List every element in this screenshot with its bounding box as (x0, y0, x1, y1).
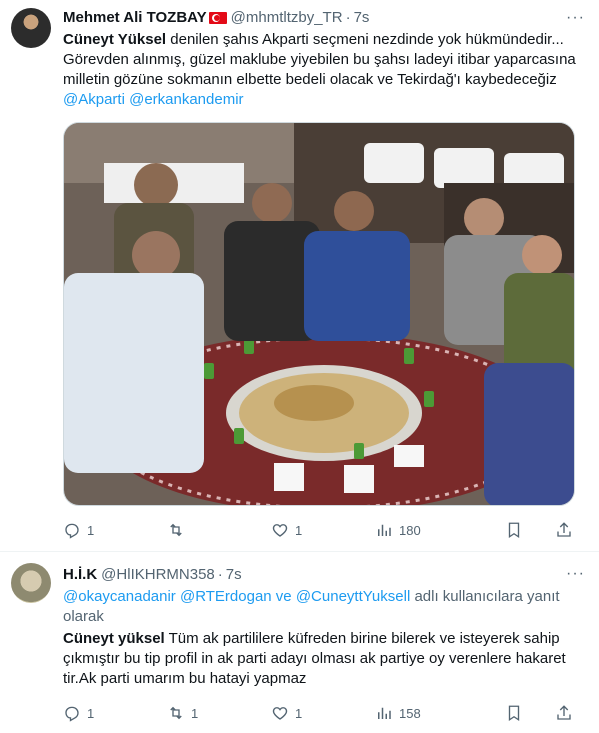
reply-icon (65, 706, 79, 722)
timestamp[interactable]: 7s (226, 566, 242, 583)
tweet-text: Cüneyt Yüksel denilen şahıs Akparti seçm… (63, 30, 581, 110)
mention-cuneyttyuksell[interactable]: @CuneyttYuksell (296, 588, 410, 605)
like-icon (272, 707, 288, 720)
retweet-icon (170, 523, 182, 537)
like-button[interactable]: 1 (271, 704, 375, 722)
share-icon (557, 522, 571, 537)
tweet-extra-actions (479, 704, 579, 722)
tweet-header: H.İ.K @HlIKHRMN358 · 7s (63, 566, 242, 583)
views-count: 158 (399, 705, 421, 721)
like-count: 1 (295, 705, 303, 721)
reply-connector: ve (271, 588, 296, 605)
views-button[interactable]: 180 (375, 521, 479, 539)
bookmark-button[interactable] (505, 521, 529, 539)
share-button[interactable] (555, 521, 579, 539)
like-count: 1 (295, 522, 303, 538)
retweet-icon (170, 706, 182, 720)
tweet-text-bold: Cüneyt Yüksel (63, 31, 167, 48)
tweet-text: Cüneyt yüksel Tüm ak partililere küfrede… (63, 629, 581, 689)
avatar[interactable] (11, 8, 51, 48)
author-name[interactable]: Mehmet Ali TOZBAY (63, 9, 207, 26)
reply-count: 1 (87, 522, 95, 538)
like-button[interactable]: 1 (271, 521, 375, 539)
reply-count: 1 (87, 705, 95, 721)
more-icon[interactable]: ··· (566, 9, 585, 27)
retweet-button[interactable]: 1 (167, 704, 271, 722)
reply-button[interactable]: 1 (63, 521, 167, 539)
separator-dot: · (345, 9, 351, 26)
bookmark-icon (508, 522, 520, 539)
tweet-2[interactable]: H.İ.K @HlIKHRMN358 · 7s ··· @okaycanadan… (0, 553, 599, 733)
tweet-1[interactable]: Mehmet Ali TOZBAY @mhmtltzby_TR · 7s ···… (0, 0, 599, 552)
tweet-header: Mehmet Ali TOZBAY @mhmtltzby_TR · 7s (63, 9, 369, 26)
views-count: 180 (399, 522, 421, 538)
views-icon (378, 707, 391, 719)
separator-dot: · (217, 566, 223, 583)
tweet-text-bold: Cüneyt yüksel (63, 630, 165, 647)
author-handle[interactable]: @HlIKHRMN358 (101, 566, 215, 583)
retweet-count: 1 (191, 705, 199, 721)
reply-icon (65, 523, 79, 539)
avatar[interactable] (11, 563, 51, 603)
views-button[interactable]: 158 (375, 704, 479, 722)
reply-button[interactable]: 1 (63, 704, 167, 722)
tweet-photo[interactable] (63, 122, 575, 506)
tweet-actions: 1 1 180 (63, 520, 579, 540)
timestamp[interactable]: 7s (354, 9, 370, 26)
share-button[interactable] (555, 704, 579, 722)
mention-okaycanadanir[interactable]: @okaycanadanir (63, 588, 176, 605)
share-icon (557, 705, 571, 720)
tweet-extra-actions (479, 521, 579, 539)
mention-akparti[interactable]: @Akparti (63, 91, 125, 108)
bookmark-button[interactable] (505, 704, 529, 722)
bookmark-icon (508, 705, 520, 722)
retweet-button[interactable] (167, 521, 271, 539)
author-name[interactable]: H.İ.K (63, 566, 97, 583)
author-handle[interactable]: @mhmtltzby_TR (231, 9, 343, 26)
more-icon[interactable]: ··· (566, 565, 585, 583)
mention-erkankandemir[interactable]: @erkankandemir (129, 91, 243, 108)
photo-scene (64, 123, 574, 505)
tweet-actions: 1 1 1 158 (63, 703, 579, 723)
views-icon (378, 524, 391, 536)
turkey-flag-icon (208, 11, 227, 24)
mention-rterdogan[interactable]: @RTErdogan (180, 588, 272, 605)
like-icon (272, 524, 288, 537)
reply-context: @okaycanadanir @RTErdogan ve @CuneyttYuk… (63, 587, 581, 627)
